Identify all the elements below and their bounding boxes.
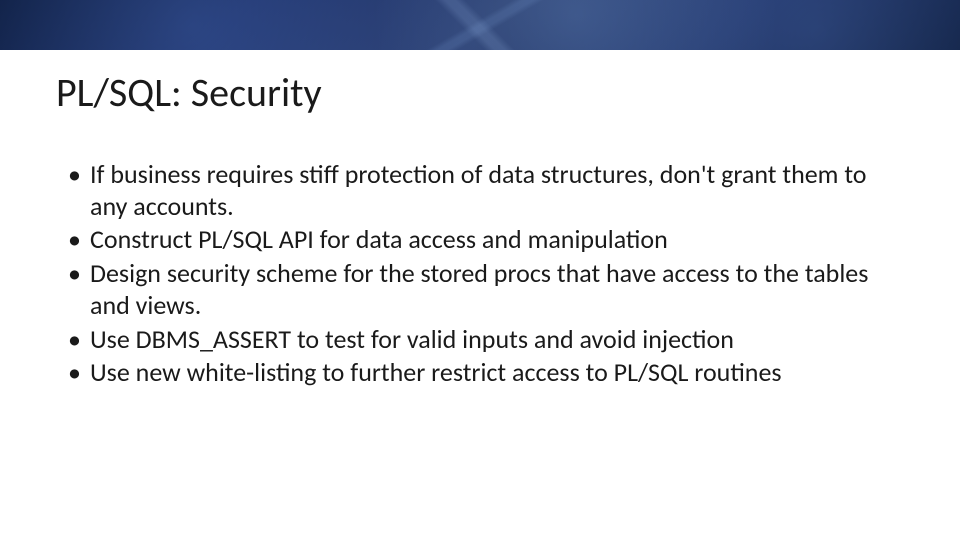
bullet-item: Use DBMS_ASSERT to test for valid inputs… bbox=[68, 324, 904, 356]
bullet-list: If business requires stiff protection of… bbox=[56, 159, 904, 389]
header-banner bbox=[0, 0, 960, 50]
bullet-item: Use new white-listing to further restric… bbox=[68, 357, 904, 389]
slide-title: PL/SQL: Security bbox=[56, 68, 904, 117]
bullet-item: Design security scheme for the stored pr… bbox=[68, 258, 904, 321]
bullet-item: Construct PL/SQL API for data access and… bbox=[68, 224, 904, 256]
slide-content: PL/SQL: Security If business requires st… bbox=[0, 50, 960, 389]
bullet-item: If business requires stiff protection of… bbox=[68, 159, 904, 222]
